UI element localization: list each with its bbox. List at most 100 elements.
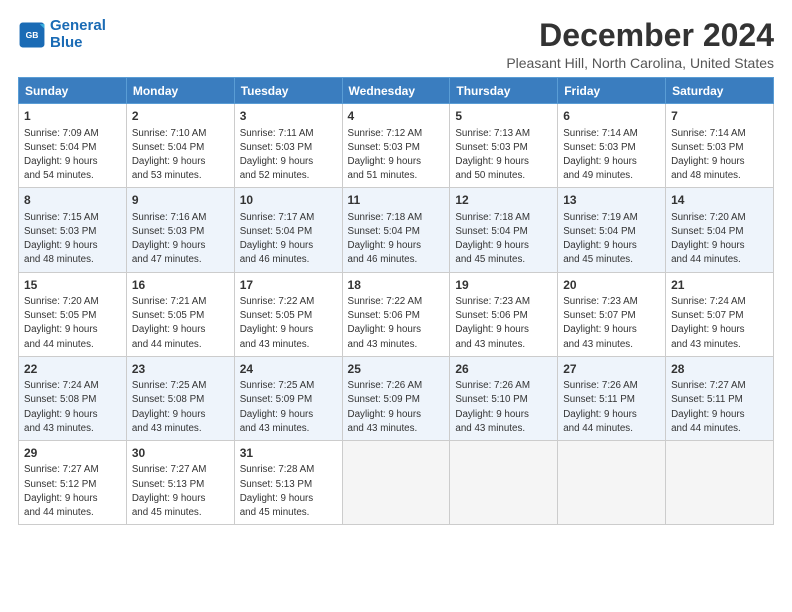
- day-number: 24: [240, 361, 337, 378]
- col-friday: Friday: [558, 78, 666, 104]
- calendar-day-cell: [666, 441, 774, 525]
- day-number: 18: [348, 277, 445, 294]
- col-thursday: Thursday: [450, 78, 558, 104]
- calendar-day-cell: 8 Sunrise: 7:15 AMSunset: 5:03 PMDaylight…: [19, 188, 127, 272]
- calendar-day-cell: 7Sunrise: 7:14 AMSunset: 5:03 PMDaylight…: [666, 104, 774, 188]
- calendar-week-row: 22Sunrise: 7:24 AMSunset: 5:08 PMDayligh…: [19, 356, 774, 440]
- calendar-day-cell: [342, 441, 450, 525]
- col-wednesday: Wednesday: [342, 78, 450, 104]
- calendar-day-cell: 14 Sunrise: 7:20 AMSunset: 5:04 PMDayligh…: [666, 188, 774, 272]
- day-number: 19: [455, 277, 552, 294]
- calendar-day-cell: 3 Sunrise: 7:11 AMSunset: 5:03 PMDaylight…: [234, 104, 342, 188]
- day-number: 1: [24, 108, 121, 125]
- calendar-day-cell: 23Sunrise: 7:25 AMSunset: 5:08 PMDayligh…: [126, 356, 234, 440]
- calendar-day-cell: 17Sunrise: 7:22 AMSunset: 5:05 PMDayligh…: [234, 272, 342, 356]
- day-info: Sunrise: 7:22 AMSunset: 5:06 PMDaylight:…: [348, 295, 445, 352]
- day-number: 23: [132, 361, 229, 378]
- calendar-week-row: 8 Sunrise: 7:15 AMSunset: 5:03 PMDaylight…: [19, 188, 774, 272]
- month-title: December 2024: [506, 18, 774, 53]
- calendar-day-cell: 24Sunrise: 7:25 AMSunset: 5:09 PMDayligh…: [234, 356, 342, 440]
- day-number: 3: [240, 108, 337, 125]
- day-info: Sunrise: 7:15 AMSunset: 5:03 PMDaylight:…: [24, 211, 121, 268]
- day-info: Sunrise: 7:24 AMSunset: 5:07 PMDaylight:…: [671, 295, 768, 352]
- col-sunday: Sunday: [19, 78, 127, 104]
- day-info: Sunrise: 7:23 AMSunset: 5:06 PMDaylight:…: [455, 295, 552, 352]
- day-number: 26: [455, 361, 552, 378]
- day-info: Sunrise: 7:24 AMSunset: 5:08 PMDaylight:…: [24, 379, 121, 436]
- header: GB General Blue December 2024 Pleasant H…: [18, 18, 774, 71]
- calendar-day-cell: 27Sunrise: 7:26 AMSunset: 5:11 PMDayligh…: [558, 356, 666, 440]
- calendar-day-cell: 2Sunrise: 7:10 AMSunset: 5:04 PMDaylight…: [126, 104, 234, 188]
- calendar-day-cell: 28Sunrise: 7:27 AMSunset: 5:11 PMDayligh…: [666, 356, 774, 440]
- day-number: 17: [240, 277, 337, 294]
- day-info: Sunrise: 7:11 AMSunset: 5:03 PMDaylight:…: [240, 127, 337, 184]
- day-info: Sunrise: 7:27 AMSunset: 5:13 PMDaylight:…: [132, 463, 229, 520]
- location-title: Pleasant Hill, North Carolina, United St…: [506, 55, 774, 71]
- day-info: Sunrise: 7:26 AMSunset: 5:09 PMDaylight:…: [348, 379, 445, 436]
- calendar-day-cell: [450, 441, 558, 525]
- day-info: Sunrise: 7:25 AMSunset: 5:08 PMDaylight:…: [132, 379, 229, 436]
- col-monday: Monday: [126, 78, 234, 104]
- day-number: 30: [132, 445, 229, 462]
- calendar-day-cell: 26Sunrise: 7:26 AMSunset: 5:10 PMDayligh…: [450, 356, 558, 440]
- day-info: Sunrise: 7:19 AMSunset: 5:04 PMDaylight:…: [563, 211, 660, 268]
- day-number: 27: [563, 361, 660, 378]
- day-info: Sunrise: 7:14 AMSunset: 5:03 PMDaylight:…: [563, 127, 660, 184]
- calendar-day-cell: 29Sunrise: 7:27 AMSunset: 5:12 PMDayligh…: [19, 441, 127, 525]
- calendar-day-cell: 13 Sunrise: 7:19 AMSunset: 5:04 PMDayligh…: [558, 188, 666, 272]
- calendar-header-row: Sunday Monday Tuesday Wednesday Thursday…: [19, 78, 774, 104]
- day-info: Sunrise: 7:16 AMSunset: 5:03 PMDaylight:…: [132, 211, 229, 268]
- day-info: Sunrise: 7:09 AMSunset: 5:04 PMDaylight:…: [24, 127, 121, 184]
- day-number: 8: [24, 192, 121, 209]
- day-info: Sunrise: 7:13 AMSunset: 5:03 PMDaylight:…: [455, 127, 552, 184]
- day-info: Sunrise: 7:18 AMSunset: 5:04 PMDaylight:…: [348, 211, 445, 268]
- col-tuesday: Tuesday: [234, 78, 342, 104]
- day-number: 13: [563, 192, 660, 209]
- day-info: Sunrise: 7:27 AMSunset: 5:11 PMDaylight:…: [671, 379, 768, 436]
- calendar-day-cell: 15Sunrise: 7:20 AMSunset: 5:05 PMDayligh…: [19, 272, 127, 356]
- calendar-day-cell: 31Sunrise: 7:28 AMSunset: 5:13 PMDayligh…: [234, 441, 342, 525]
- calendar-day-cell: 16Sunrise: 7:21 AMSunset: 5:05 PMDayligh…: [126, 272, 234, 356]
- day-info: Sunrise: 7:20 AMSunset: 5:05 PMDaylight:…: [24, 295, 121, 352]
- calendar-day-cell: 18Sunrise: 7:22 AMSunset: 5:06 PMDayligh…: [342, 272, 450, 356]
- calendar-day-cell: 30Sunrise: 7:27 AMSunset: 5:13 PMDayligh…: [126, 441, 234, 525]
- day-number: 15: [24, 277, 121, 294]
- calendar-week-row: 1 Sunrise: 7:09 AMSunset: 5:04 PMDaylight…: [19, 104, 774, 188]
- calendar-day-cell: 21Sunrise: 7:24 AMSunset: 5:07 PMDayligh…: [666, 272, 774, 356]
- day-number: 22: [24, 361, 121, 378]
- calendar-day-cell: 5 Sunrise: 7:13 AMSunset: 5:03 PMDaylight…: [450, 104, 558, 188]
- calendar-day-cell: 22Sunrise: 7:24 AMSunset: 5:08 PMDayligh…: [19, 356, 127, 440]
- day-info: Sunrise: 7:23 AMSunset: 5:07 PMDaylight:…: [563, 295, 660, 352]
- calendar-page: GB General Blue December 2024 Pleasant H…: [0, 0, 792, 612]
- day-number: 12: [455, 192, 552, 209]
- day-number: 20: [563, 277, 660, 294]
- day-info: Sunrise: 7:20 AMSunset: 5:04 PMDaylight:…: [671, 211, 768, 268]
- day-info: Sunrise: 7:28 AMSunset: 5:13 PMDaylight:…: [240, 463, 337, 520]
- day-info: Sunrise: 7:22 AMSunset: 5:05 PMDaylight:…: [240, 295, 337, 352]
- day-number: 31: [240, 445, 337, 462]
- calendar-day-cell: 9Sunrise: 7:16 AMSunset: 5:03 PMDaylight…: [126, 188, 234, 272]
- day-info: Sunrise: 7:17 AMSunset: 5:04 PMDaylight:…: [240, 211, 337, 268]
- day-number: 10: [240, 192, 337, 209]
- calendar-day-cell: [558, 441, 666, 525]
- calendar-day-cell: 6 Sunrise: 7:14 AMSunset: 5:03 PMDaylight…: [558, 104, 666, 188]
- day-number: 16: [132, 277, 229, 294]
- day-number: 2: [132, 108, 229, 125]
- day-number: 21: [671, 277, 768, 294]
- day-info: Sunrise: 7:25 AMSunset: 5:09 PMDaylight:…: [240, 379, 337, 436]
- day-number: 4: [348, 108, 445, 125]
- day-number: 6: [563, 108, 660, 125]
- title-block: December 2024 Pleasant Hill, North Carol…: [506, 18, 774, 71]
- logo-line2: Blue: [50, 34, 83, 51]
- logo-text: General Blue: [50, 18, 106, 51]
- calendar-day-cell: 10 Sunrise: 7:17 AMSunset: 5:04 PMDayligh…: [234, 188, 342, 272]
- day-number: 28: [671, 361, 768, 378]
- day-info: Sunrise: 7:26 AMSunset: 5:10 PMDaylight:…: [455, 379, 552, 436]
- calendar-day-cell: 25Sunrise: 7:26 AMSunset: 5:09 PMDayligh…: [342, 356, 450, 440]
- calendar-day-cell: 1 Sunrise: 7:09 AMSunset: 5:04 PMDaylight…: [19, 104, 127, 188]
- day-number: 14: [671, 192, 768, 209]
- day-info: Sunrise: 7:27 AMSunset: 5:12 PMDaylight:…: [24, 463, 121, 520]
- calendar-day-cell: 20Sunrise: 7:23 AMSunset: 5:07 PMDayligh…: [558, 272, 666, 356]
- day-number: 5: [455, 108, 552, 125]
- calendar-day-cell: 12Sunrise: 7:18 AMSunset: 5:04 PMDayligh…: [450, 188, 558, 272]
